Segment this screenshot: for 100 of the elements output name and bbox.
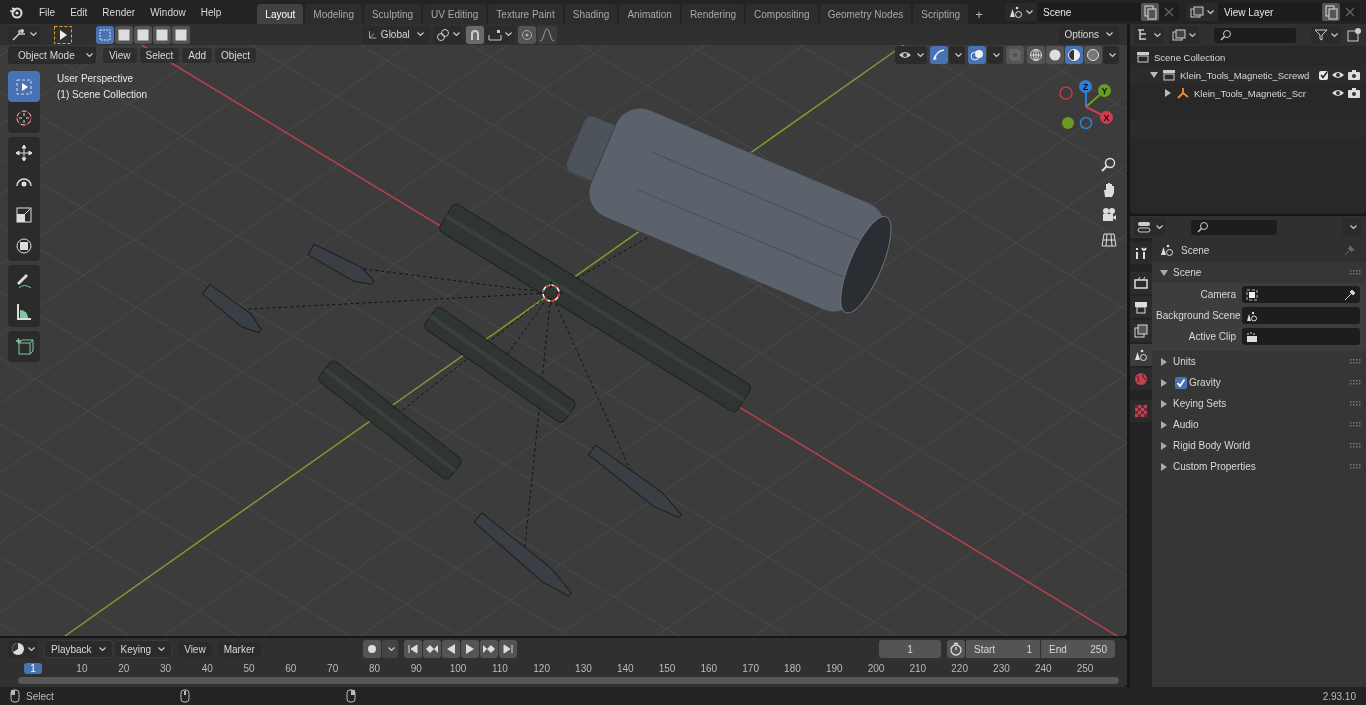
grid-icon[interactable]: [1101, 232, 1117, 248]
editor-type-dropdown[interactable]: [1134, 218, 1166, 236]
outliner-item[interactable]: Scene Collection: [1154, 51, 1226, 63]
shading-mode-button[interactable]: [1065, 46, 1083, 64]
jump-to-end-button[interactable]: [498, 640, 517, 658]
viewport-menu[interactable]: View: [103, 47, 137, 63]
select-mode-button[interactable]: [153, 25, 171, 44]
falloff-curve-icon[interactable]: [536, 25, 557, 44]
workspace-tab[interactable]: UV Editing: [423, 4, 487, 24]
disclosure-triangle-icon[interactable]: [1160, 462, 1168, 471]
orientation-dropdown[interactable]: Global: [361, 25, 430, 44]
next-keyframe-button[interactable]: [479, 640, 498, 658]
outliner-item[interactable]: Klein_Tools_Magnetic_Scr: [1194, 87, 1306, 99]
eye-icon[interactable]: [1332, 88, 1344, 98]
gizmo-toggle[interactable]: [930, 46, 948, 64]
viewport-menu[interactable]: Select: [139, 47, 180, 63]
options-dropdown[interactable]: Options: [1058, 25, 1119, 44]
snap-toggle[interactable]: [465, 25, 484, 44]
axis-label[interactable]: Z: [1079, 80, 1092, 93]
menu-item[interactable]: Edit: [63, 3, 95, 21]
drag-handle-icon[interactable]: [1350, 463, 1362, 470]
disclosure-triangle-icon[interactable]: [1160, 399, 1168, 408]
disclosure-triangle-icon[interactable]: [1164, 89, 1172, 97]
panel-title[interactable]: Rigid Body World: [1173, 440, 1251, 451]
panel-title[interactable]: Units: [1173, 356, 1196, 367]
select-mode-button[interactable]: [115, 25, 133, 44]
pivot-dropdown[interactable]: [432, 25, 463, 44]
drag-handle-icon[interactable]: [1350, 400, 1362, 407]
outliner-item[interactable]: Klein_Tools_Magnetic_Screwd: [1180, 69, 1310, 81]
mode-dropdown[interactable]: Object Mode: [8, 46, 96, 64]
workspace-tab[interactable]: Layout: [257, 4, 304, 24]
editor-type-dropdown[interactable]: [1134, 26, 1164, 44]
shading-mode-button[interactable]: [1046, 46, 1064, 64]
timeline-menu[interactable]: View: [178, 641, 212, 657]
eyedropper-icon[interactable]: [1344, 288, 1356, 301]
gizmo-dropdown[interactable]: [949, 46, 965, 64]
viewport-menu[interactable]: Object: [215, 47, 256, 63]
visibility-dropdown[interactable]: [895, 46, 927, 64]
panel-title[interactable]: Keying Sets: [1173, 398, 1227, 409]
drag-handle-icon[interactable]: [1350, 269, 1362, 276]
timeline-scrollbar[interactable]: [18, 677, 1119, 684]
camera-field[interactable]: [1242, 286, 1360, 303]
drag-handle-icon[interactable]: [1350, 442, 1362, 449]
scene-type-dropdown[interactable]: [1005, 3, 1037, 21]
xray-toggle[interactable]: [1006, 46, 1024, 64]
disclosure-triangle-icon[interactable]: [1160, 357, 1168, 366]
editor-type-dropdown[interactable]: [8, 25, 40, 44]
editor-type-dropdown[interactable]: [8, 640, 38, 658]
drag-handle-icon[interactable]: [1350, 379, 1362, 386]
render-properties-tab[interactable]: [1130, 272, 1152, 294]
workspace-tab[interactable]: Sculpting: [363, 4, 422, 24]
jump-to-start-button[interactable]: [403, 640, 422, 658]
shading-dropdown[interactable]: [1103, 46, 1119, 64]
camera-icon[interactable]: [1348, 88, 1360, 98]
scene-field[interactable]: [1242, 307, 1360, 324]
overlays-toggle[interactable]: [968, 46, 986, 64]
duplicate-icon[interactable]: [1322, 3, 1340, 21]
record-button[interactable]: [362, 640, 381, 658]
start-frame-value[interactable]: 1: [1026, 643, 1032, 655]
options-dropdown[interactable]: [1342, 218, 1362, 236]
tool-properties-tab[interactable]: [1130, 242, 1152, 264]
disclosure-triangle-icon[interactable]: [1160, 268, 1168, 277]
eye-icon[interactable]: [1332, 70, 1344, 80]
overlays-dropdown[interactable]: [987, 46, 1003, 64]
panel-title[interactable]: Scene: [1173, 267, 1202, 278]
camera-icon[interactable]: [1101, 207, 1117, 223]
panel-title[interactable]: Custom Properties: [1173, 461, 1256, 472]
snap-target-dropdown[interactable]: [484, 25, 515, 44]
view-layer-dropdown[interactable]: [1186, 3, 1218, 21]
select-tool[interactable]: [8, 71, 40, 102]
shading-mode-button[interactable]: [1027, 46, 1045, 64]
shading-mode-button[interactable]: [1084, 46, 1102, 64]
viewport-menu[interactable]: Add: [182, 47, 213, 63]
app-logo-icon[interactable]: [9, 5, 23, 19]
filter-dropdown[interactable]: [1311, 26, 1341, 44]
select-mode-button[interactable]: [134, 25, 152, 44]
texture-properties-tab[interactable]: [1130, 400, 1152, 422]
stopwatch-button[interactable]: [947, 640, 965, 658]
select-mode-button[interactable]: [172, 25, 190, 44]
menu-item[interactable]: Help: [193, 3, 229, 21]
scene-properties-tab[interactable]: [1130, 344, 1152, 366]
menu-item[interactable]: Window: [143, 3, 193, 21]
search-field[interactable]: [1214, 27, 1296, 43]
disclosure-triangle-icon[interactable]: [1150, 71, 1158, 79]
output-properties-tab[interactable]: [1130, 296, 1152, 318]
disclosure-triangle-icon[interactable]: [1160, 420, 1168, 429]
duplicate-icon[interactable]: [1141, 3, 1159, 21]
keying-dropdown[interactable]: [381, 640, 398, 658]
workspace-tab[interactable]: Compositing: [746, 4, 818, 24]
workspace-tab[interactable]: Geometry Nodes: [819, 4, 912, 24]
workspace-tab[interactable]: Modeling: [305, 4, 362, 24]
panel-checkbox[interactable]: [1175, 376, 1187, 389]
clip-field[interactable]: [1242, 328, 1360, 345]
axis-label[interactable]: Y: [1098, 84, 1111, 97]
workspace-tab[interactable]: Scripting: [913, 4, 969, 24]
workspace-tab[interactable]: Shading: [564, 4, 618, 24]
hand-icon[interactable]: [1101, 182, 1117, 198]
disclosure-triangle-icon[interactable]: [1160, 441, 1168, 450]
menu-item[interactable]: Render: [95, 3, 143, 21]
exclude-checkbox[interactable]: [1319, 70, 1328, 80]
